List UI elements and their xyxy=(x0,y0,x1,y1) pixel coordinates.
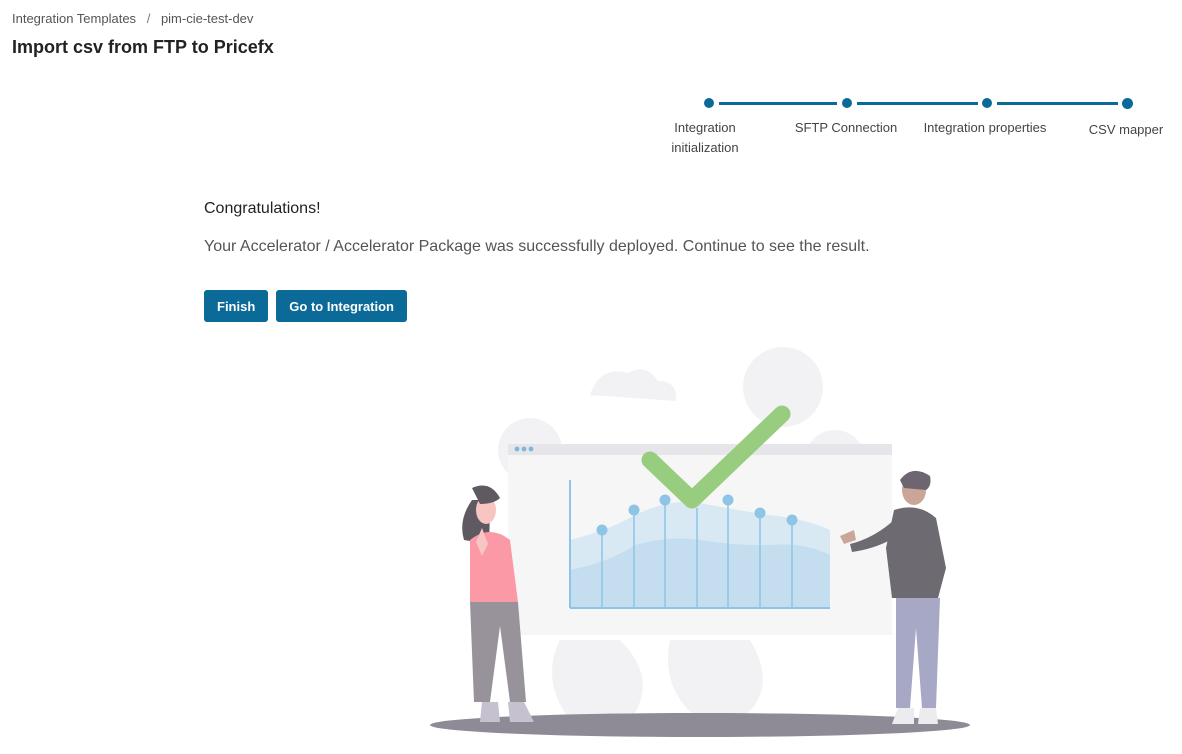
step-connector-2 xyxy=(857,101,978,105)
chart-point xyxy=(628,504,640,516)
chart-point xyxy=(722,494,734,506)
chart-point xyxy=(786,514,798,526)
step-dot-integration-initialization[interactable] xyxy=(704,98,714,108)
man-shirt xyxy=(886,507,946,598)
step-label-line: Integration properties xyxy=(923,120,1047,135)
step-label-sftp-connection: SFTP Connection xyxy=(786,118,906,138)
step-label-line: Integration xyxy=(674,120,736,135)
window-dot-icon xyxy=(514,446,520,452)
result-message: Your Accelerator / Accelerator Package w… xyxy=(204,238,870,255)
breadcrumb-link-integration-templates[interactable]: Integration Templates xyxy=(12,11,136,26)
chart-point xyxy=(659,494,671,506)
step-connector-3 xyxy=(997,101,1118,105)
breadcrumb: Integration Templates / pim-cie-test-dev xyxy=(12,11,253,26)
blob-shape xyxy=(668,640,763,720)
window-dot-icon xyxy=(528,446,534,452)
step-label-csv-mapper: CSV mapper xyxy=(1082,120,1170,140)
man-shoe xyxy=(892,708,914,724)
blob-shape xyxy=(552,640,643,720)
step-label-integration-properties: Integration properties xyxy=(914,118,1056,138)
woman-shoe xyxy=(480,702,500,722)
man-pants xyxy=(896,598,940,708)
page-title: Import csv from FTP to Pricefx xyxy=(12,37,274,57)
result-heading: Congratulations! xyxy=(204,200,321,217)
step-dot-sftp-connection[interactable] xyxy=(842,98,852,108)
step-label-integration-initialization: Integration initialization xyxy=(660,118,750,158)
step-connector-1 xyxy=(719,101,837,105)
cloud-shape xyxy=(590,369,677,401)
man-shoe xyxy=(918,708,938,724)
result-panel: Congratulations! Your Accelerator / Acce… xyxy=(204,200,870,322)
chart-point xyxy=(754,507,766,519)
finish-button[interactable]: Finish xyxy=(204,290,269,322)
result-actions: Finish Go to Integration xyxy=(204,290,870,322)
wizard-stepper: Integration initialization SFTP Connecti… xyxy=(660,90,1180,160)
woman-shoe xyxy=(508,702,534,722)
breadcrumb-current: pim-cie-test-dev xyxy=(160,11,254,26)
step-label-line: CSV mapper xyxy=(1088,122,1164,137)
chart-point xyxy=(596,524,608,536)
step-label-line: SFTP Connection xyxy=(794,120,898,135)
step-label-line: initialization xyxy=(671,140,739,155)
step-dot-csv-mapper[interactable] xyxy=(1122,98,1133,109)
window-dot-icon xyxy=(521,446,527,452)
man-hair xyxy=(900,470,931,490)
go-to-integration-button[interactable]: Go to Integration xyxy=(276,290,407,322)
success-illustration xyxy=(430,347,970,737)
woman-pants xyxy=(470,602,526,702)
breadcrumb-separator: / xyxy=(146,11,151,26)
browser-titlebar xyxy=(508,444,892,455)
step-dot-integration-properties[interactable] xyxy=(982,98,992,108)
